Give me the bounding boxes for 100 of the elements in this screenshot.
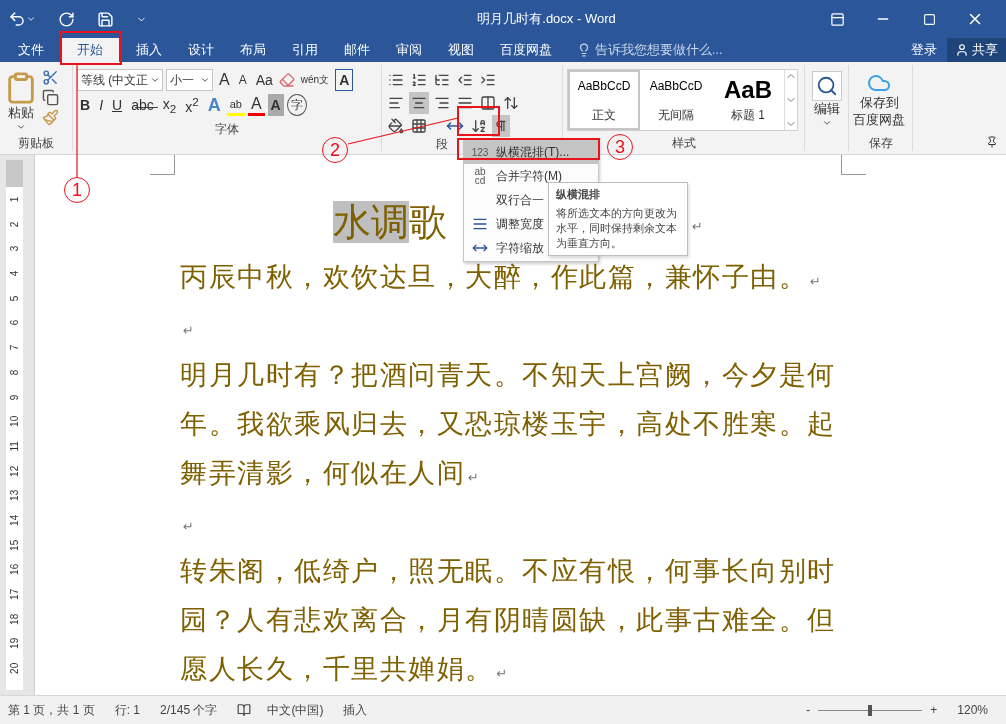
ribbon-tab[interactable]: 设计: [175, 38, 227, 62]
multilevel-list-icon[interactable]: [434, 72, 450, 88]
align-button[interactable]: [409, 92, 429, 114]
caret-icon[interactable]: [26, 14, 36, 24]
style-item[interactable]: AaBbCcD 正文: [568, 70, 640, 130]
menu-item-icon: ab cd: [464, 167, 496, 185]
ribbon-display-icon[interactable]: [829, 11, 845, 27]
ruler-number: 6: [8, 320, 21, 326]
margin-corner-mark: [150, 155, 175, 175]
ruler-number: 18: [8, 613, 21, 625]
font-color-button[interactable]: A: [247, 94, 265, 116]
menu-item[interactable]: ab cd 合并字符(M): [464, 164, 598, 188]
ruler-number: 9: [8, 394, 21, 400]
numbering-icon[interactable]: [411, 72, 427, 88]
format-button[interactable]: x$_{2}$: [159, 94, 180, 116]
ribbon-tab[interactable]: 视图: [435, 38, 487, 62]
caret-icon: [16, 122, 26, 132]
copy-icon[interactable]: [42, 89, 59, 106]
highlight-frame: [457, 106, 500, 136]
shading-icon[interactable]: [388, 118, 404, 134]
paragraph-mark: ↵: [692, 220, 703, 233]
ribbon-tab[interactable]: 邮件: [331, 38, 383, 62]
eraser-icon[interactable]: [278, 72, 295, 88]
ruler-number: 12: [8, 465, 21, 477]
format-button[interactable]: x$^{2}$: [182, 94, 202, 116]
undo-icon[interactable]: [8, 10, 26, 28]
ruler-number: 17: [8, 588, 21, 600]
format-button[interactable]: B: [77, 94, 94, 116]
sort-icon[interactable]: [471, 118, 487, 134]
zoom-in-button[interactable]: +: [930, 703, 938, 717]
ruler-number: 8: [8, 369, 21, 375]
pin-icon[interactable]: [986, 136, 998, 148]
font-size-field[interactable]: 小一: [166, 69, 213, 91]
decrease-indent-icon[interactable]: [457, 72, 473, 88]
paste-button[interactable]: 粘贴: [4, 69, 38, 135]
bullets-icon[interactable]: [388, 72, 404, 88]
grow-font-button[interactable]: A: [216, 69, 233, 91]
redo-icon[interactable]: [58, 10, 75, 28]
highlight-button[interactable]: ab: [226, 94, 245, 116]
search-icon: [811, 71, 842, 101]
caret-icon: [821, 118, 832, 128]
ruler-number: 7: [8, 344, 21, 351]
menu-item[interactable]: 123 纵横混排(T)...: [464, 140, 598, 164]
ribbon-tab[interactable]: 审阅: [383, 38, 435, 62]
show-marks-icon[interactable]: [494, 119, 508, 133]
group-label: 字体: [215, 121, 239, 137]
character-border-button[interactable]: A: [335, 69, 354, 91]
font-name-field[interactable]: 等线 (中文正: [77, 69, 163, 91]
format-button[interactable]: a̶b̶c̶: [128, 94, 157, 116]
ruler-number: 13: [8, 490, 21, 502]
maximize-icon[interactable]: [922, 12, 936, 26]
shrink-font-button[interactable]: A: [235, 69, 250, 91]
zoom-percent[interactable]: 120%: [957, 703, 988, 717]
paragraph-text: 明月几时有？把酒问青天。不知天上宫阙，今夕是何年。我欲乘风归去，又恐琼楼玉宇，高处不胜寒。起舞弄清影，何似在人间↵: [180, 359, 837, 490]
tell-me-field[interactable]: 告诉我您想要做什么...: [595, 41, 723, 59]
ruler-number: 20: [8, 662, 21, 674]
save-to-cloud-button[interactable]: 保存到 百度网盘: [853, 69, 905, 135]
zoom-thumb[interactable]: [868, 704, 873, 716]
line-number: 行: 1: [114, 701, 141, 719]
ruler-margin-marker[interactable]: [6, 160, 23, 187]
sign-in-link[interactable]: 登录: [901, 38, 947, 62]
insert-mode[interactable]: 插入: [343, 701, 368, 719]
tooltip-title: 纵横混排: [556, 187, 601, 202]
heading-text: 水调歌: [333, 200, 447, 245]
margin-corner-mark: [841, 155, 866, 175]
cut-icon[interactable]: [42, 69, 59, 86]
borders-icon[interactable]: [411, 118, 427, 134]
character-shading-button[interactable]: A: [267, 94, 284, 116]
line-spacing-icon[interactable]: [503, 95, 519, 111]
ruler-number: 4: [8, 270, 21, 277]
ribbon-tab[interactable]: 引用: [279, 38, 331, 62]
word-count[interactable]: 2/145 个字: [160, 701, 218, 719]
format-button[interactable]: I: [96, 94, 106, 116]
increase-indent-icon[interactable]: [480, 72, 496, 88]
page-count[interactable]: 第 1 页，共 1 页: [8, 701, 95, 719]
menu-item-icon: 123: [464, 147, 496, 157]
ribbon-tab[interactable]: 文件: [5, 38, 57, 62]
language-status[interactable]: 中文(中国): [267, 701, 324, 719]
format-button[interactable]: U: [109, 94, 126, 116]
proofing-icon[interactable]: [237, 703, 252, 717]
editing-button[interactable]: 编辑: [809, 69, 844, 130]
person-icon: [955, 43, 969, 57]
change-case-button[interactable]: Aa: [252, 69, 276, 91]
zoom-out-button[interactable]: -: [806, 703, 811, 717]
style-item[interactable]: AaB 标题 1: [712, 70, 784, 130]
ruler-number: 15: [8, 539, 21, 551]
ribbon-tab[interactable]: 插入: [123, 38, 175, 62]
save-icon[interactable]: [97, 10, 114, 28]
paragraph-text: 丙辰中秋，欢饮达旦，大醉，作此篇，兼怀子由。↵: [180, 261, 822, 294]
group-label: 样式: [671, 135, 696, 151]
style-item[interactable]: AaBbCcD 无间隔: [640, 70, 712, 130]
share-button[interactable]: 共享: [947, 38, 1006, 62]
ruler-number: 14: [8, 514, 21, 526]
ruler-number: 1: [8, 196, 21, 203]
group-label: 保存: [868, 135, 893, 151]
phonetic-guide-button[interactable]: wén文: [297, 69, 333, 91]
ribbon-tab[interactable]: 开始: [61, 38, 119, 62]
ribbon-tab[interactable]: 布局: [227, 38, 279, 62]
ribbon-tab[interactable]: 百度网盘: [487, 38, 565, 62]
tooltip-text: 将所选文本的方向更改为水平，同时保持剩余文本为垂直方向。: [556, 206, 678, 251]
